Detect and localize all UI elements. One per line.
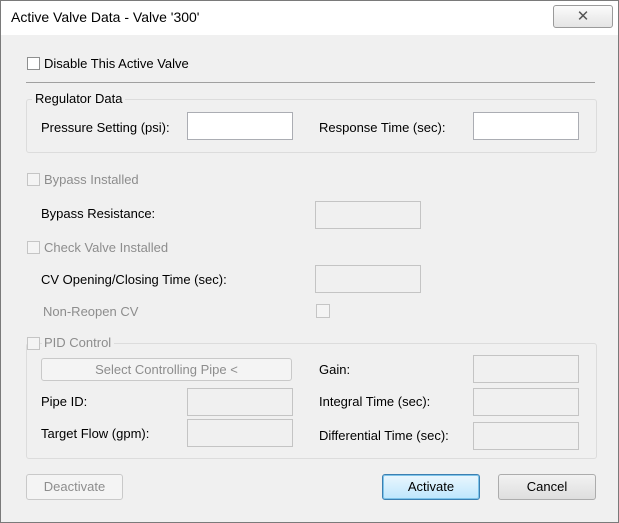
pipe-id-label: Pipe ID: — [41, 394, 88, 409]
bypass-installed-checkbox[interactable] — [27, 173, 40, 186]
gain-input[interactable] — [473, 355, 579, 383]
differential-time-label: Differential Time (sec): — [319, 428, 449, 443]
check-valve-checkbox[interactable] — [27, 241, 40, 254]
activate-button[interactable]: Activate — [382, 474, 480, 500]
differential-time-input[interactable] — [473, 422, 579, 450]
response-time-label: Response Time (sec): — [319, 120, 446, 135]
select-controlling-pipe-button[interactable]: Select Controlling Pipe < — [41, 358, 292, 381]
target-flow-label: Target Flow (gpm): — [41, 426, 150, 441]
disable-valve-checkbox[interactable] — [27, 57, 40, 70]
gain-label: Gain: — [319, 362, 351, 377]
cv-time-label: CV Opening/Closing Time (sec): — [41, 272, 227, 287]
pid-control-label: PID Control — [42, 335, 115, 350]
deactivate-button[interactable]: Deactivate — [26, 474, 123, 500]
integral-time-label: Integral Time (sec): — [319, 394, 431, 409]
non-reopen-cv-checkbox[interactable] — [316, 304, 330, 318]
cancel-button[interactable]: Cancel — [498, 474, 596, 500]
pid-control-checkbox[interactable] — [27, 337, 40, 350]
pressure-setting-label: Pressure Setting (psi): — [41, 120, 170, 135]
close-icon: ✕ — [576, 8, 590, 25]
dialog-window: Active Valve Data - Valve '300' ✕ Disabl… — [0, 0, 619, 523]
regulator-group-label: Regulator Data — [32, 91, 126, 106]
pipe-id-input[interactable] — [187, 388, 293, 416]
non-reopen-cv-label: Non-Reopen CV — [43, 304, 139, 319]
bypass-resistance-input[interactable] — [315, 201, 421, 229]
target-flow-input[interactable] — [187, 419, 293, 447]
disable-valve-label: Disable This Active Valve — [44, 56, 189, 71]
close-button[interactable]: ✕ — [553, 5, 613, 28]
pressure-setting-input[interactable] — [187, 112, 293, 140]
bypass-installed-label: Bypass Installed — [44, 172, 139, 187]
response-time-input[interactable] — [473, 112, 579, 140]
separator — [26, 82, 595, 83]
title-bar[interactable]: Active Valve Data - Valve '300' ✕ — [1, 1, 618, 35]
check-valve-label: Check Valve Installed — [44, 240, 169, 255]
window-title: Active Valve Data - Valve '300' — [11, 9, 200, 25]
cv-time-input[interactable] — [315, 265, 421, 293]
bypass-resistance-label: Bypass Resistance: — [41, 206, 156, 221]
integral-time-input[interactable] — [473, 388, 579, 416]
